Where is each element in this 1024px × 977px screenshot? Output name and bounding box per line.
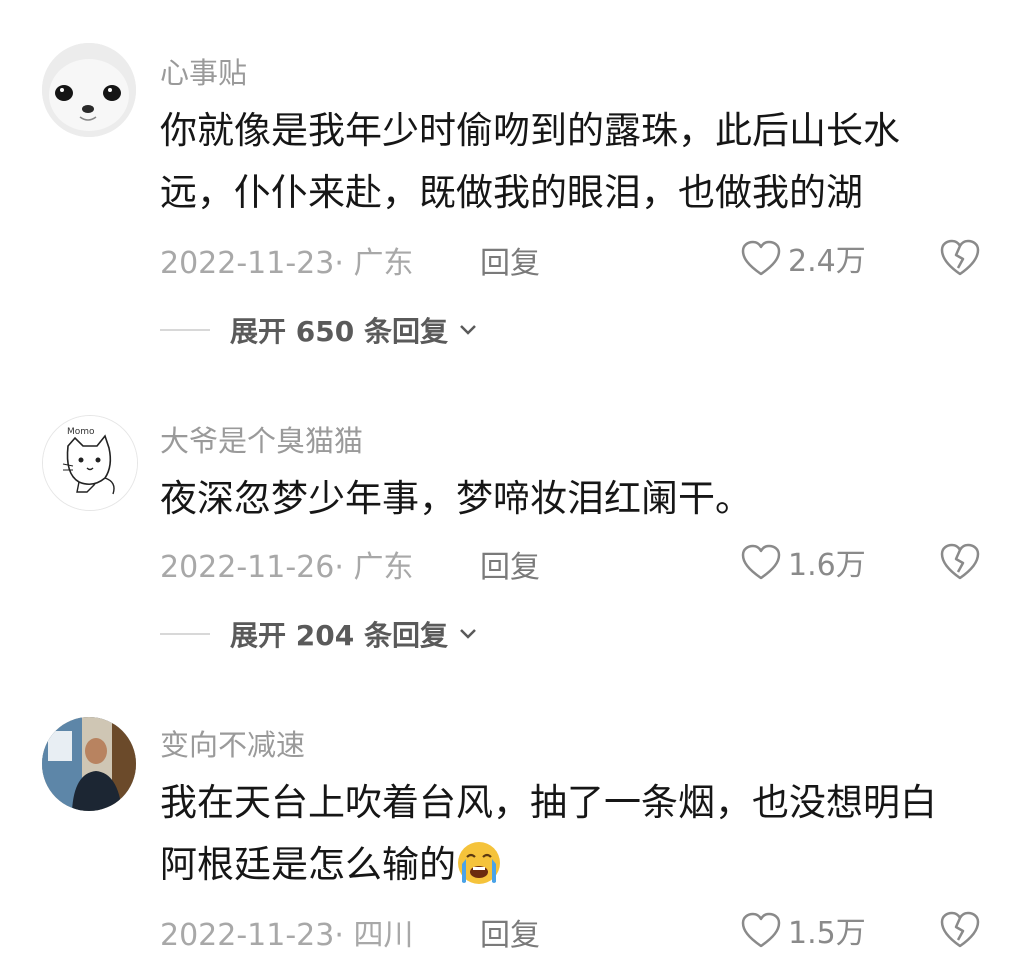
comment-text: 你就像是我年少时偷吻到的露珠，此后山长水远，仆仆来赴，既做我的眼泪，也做我的湖	[160, 109, 900, 214]
comment-date: 2022-11-23·	[160, 918, 344, 953]
comment-meta: 2022-11-23· 四川	[160, 910, 413, 954]
dislike-button[interactable]	[938, 237, 982, 277]
dislike-button[interactable]	[938, 909, 982, 949]
dislike-button[interactable]	[938, 541, 982, 581]
heart-icon	[741, 912, 781, 948]
comment-text-body: 我在天台上吹着台风，抽了一条烟，也没想明白阿根廷是怎么输的	[160, 781, 937, 886]
reply-button[interactable]: 回复	[480, 542, 540, 586]
seal-avatar-icon	[42, 43, 136, 137]
loudly-crying-face-emoji	[458, 841, 500, 884]
divider-line	[160, 329, 210, 331]
person-photo-avatar-icon	[42, 717, 136, 811]
expand-replies-button[interactable]: 展开 650 条回复	[160, 310, 478, 350]
username[interactable]: 变向不减速	[160, 722, 305, 764]
heart-icon	[741, 240, 781, 276]
avatar[interactable]	[42, 43, 136, 137]
svg-text:Momo: Momo	[67, 427, 95, 437]
comment-date: 2022-11-23·	[160, 246, 344, 281]
expand-replies-label: 展开 650 条回复	[230, 315, 448, 348]
expand-replies-button[interactable]: 展开 204 条回复	[160, 614, 478, 654]
heart-icon	[741, 544, 781, 580]
comment-text: 我在天台上吹着台风，抽了一条烟，也没想明白阿根廷是怎么输的	[160, 772, 970, 896]
like-count: 2.4万	[788, 244, 866, 279]
comment-meta: 2022-11-26· 广东	[160, 542, 413, 586]
comment-text: 夜深忽梦少年事，梦啼妆泪红阑干。	[160, 477, 752, 520]
broken-heart-icon	[940, 239, 980, 276]
cat-drawing-avatar-icon: Momo	[43, 416, 137, 510]
like-button[interactable]: 2.4万	[740, 236, 866, 280]
like-button[interactable]: 1.5万	[740, 908, 866, 952]
like-count: 1.6万	[788, 548, 866, 583]
like-button[interactable]: 1.6万	[740, 540, 866, 584]
like-count: 1.5万	[788, 916, 866, 951]
comment-meta: 2022-11-23· 广东	[160, 238, 413, 282]
expand-replies-label: 展开 204 条回复	[230, 619, 448, 652]
reply-button[interactable]: 回复	[480, 238, 540, 282]
divider-line	[160, 633, 210, 635]
chevron-down-icon	[460, 325, 476, 335]
avatar[interactable]	[42, 717, 136, 811]
username[interactable]: 大爷是个臭猫猫	[160, 418, 363, 460]
chevron-down-icon	[460, 629, 476, 639]
comment-location: 广东	[353, 246, 414, 281]
comment-date: 2022-11-26·	[160, 550, 344, 585]
broken-heart-icon	[940, 911, 980, 948]
comment-location: 广东	[353, 550, 414, 585]
avatar[interactable]: Momo	[42, 415, 138, 511]
username[interactable]: 心事贴	[160, 50, 247, 92]
comment-location: 四川	[353, 918, 414, 953]
broken-heart-icon	[940, 543, 980, 580]
reply-button[interactable]: 回复	[480, 910, 540, 954]
